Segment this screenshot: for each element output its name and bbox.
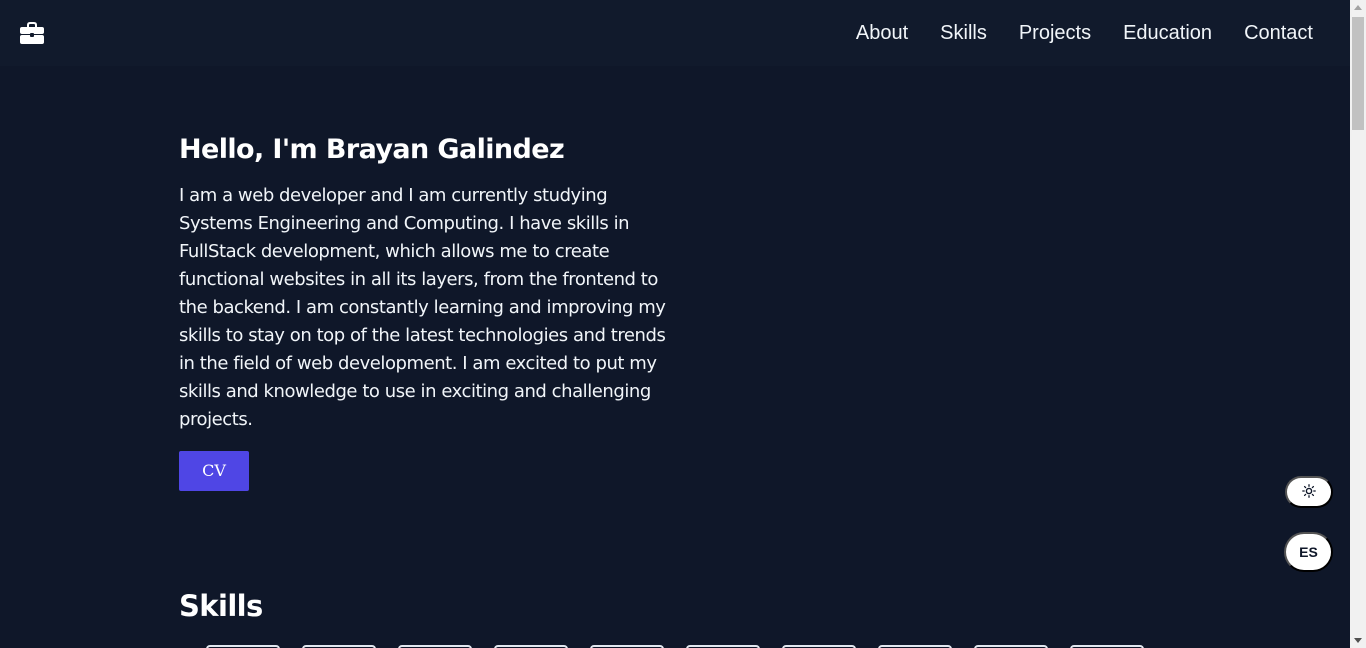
scroll-up-arrow-icon[interactable]: [1354, 5, 1362, 10]
nav-link-about[interactable]: About: [856, 22, 908, 45]
nav-link-skills[interactable]: Skills: [940, 22, 987, 45]
briefcase-icon[interactable]: [19, 21, 45, 45]
scrollbar[interactable]: [1350, 0, 1366, 648]
language-toggle-button[interactable]: ES: [1284, 532, 1333, 572]
nav-link-projects[interactable]: Projects: [1019, 22, 1091, 45]
scroll-down-arrow-icon[interactable]: [1354, 638, 1362, 643]
cv-button[interactable]: CV: [179, 451, 249, 491]
hero-description: I am a web developer and I am currently …: [179, 185, 666, 430]
skills-title: Skills: [179, 589, 263, 623]
hero-title: Hello, I'm Brayan Galindez: [179, 134, 565, 165]
nav-link-education[interactable]: Education: [1123, 22, 1212, 45]
navbar: About Skills Projects Education Contact: [0, 0, 1350, 66]
sun-icon: [1302, 483, 1316, 501]
about-section: Hello, I'm Brayan Galindez I am a web de…: [179, 132, 669, 491]
nav-links: About Skills Projects Education Contact: [824, 0, 1313, 66]
nav-link-contact[interactable]: Contact: [1244, 22, 1313, 45]
portfolio-page: About Skills Projects Education Contact …: [0, 0, 1366, 648]
scrollbar-thumb[interactable]: [1352, 17, 1364, 130]
theme-toggle-button[interactable]: [1285, 476, 1333, 508]
